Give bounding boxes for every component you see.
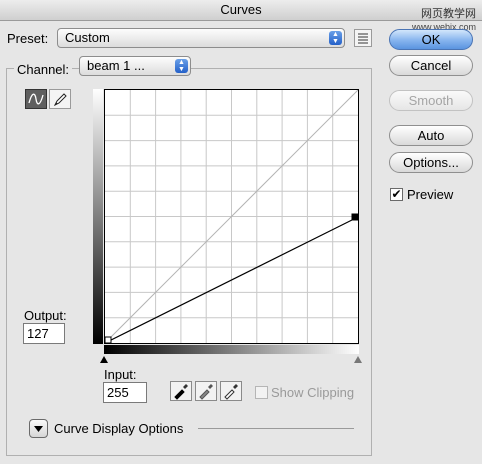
- curve-display-options-divider: [198, 428, 354, 429]
- curve-graph[interactable]: [104, 89, 359, 344]
- output-gradient-bar: [93, 89, 103, 344]
- white-point-slider[interactable]: [354, 356, 362, 363]
- output-field[interactable]: 127: [23, 323, 65, 344]
- input-gradient-bar: [104, 345, 359, 354]
- black-eyedropper-button[interactable]: [170, 381, 192, 401]
- cancel-button[interactable]: Cancel: [389, 55, 473, 76]
- watermark-line-1: 网页教学网: [421, 8, 476, 20]
- pencil-tool-icon: [53, 93, 67, 107]
- curve-display-options-toggle[interactable]: [29, 419, 48, 438]
- preset-value: Custom: [65, 30, 110, 45]
- pencil-tool-button[interactable]: [49, 89, 71, 109]
- white-eyedropper-icon: [224, 384, 238, 400]
- curve-point[interactable]: [351, 213, 359, 221]
- preset-menu-button[interactable]: [354, 29, 372, 47]
- gray-eyedropper-button[interactable]: [195, 381, 217, 401]
- curve-svg[interactable]: [104, 89, 359, 344]
- preset-menu-icon: [358, 33, 368, 44]
- show-clipping-checkbox[interactable]: [255, 386, 268, 399]
- output-label: Output:: [24, 308, 67, 323]
- curve-tool-icon: [28, 93, 44, 105]
- preview-checkbox[interactable]: ✔: [390, 188, 403, 201]
- input-label: Input:: [104, 367, 137, 382]
- select-arrows-icon: ▲ ▼: [329, 31, 342, 45]
- black-eyedropper-icon: [174, 384, 188, 400]
- curve-point[interactable]: [104, 336, 112, 344]
- ok-button[interactable]: OK: [389, 29, 473, 50]
- black-point-slider[interactable]: [100, 356, 108, 363]
- white-eyedropper-button[interactable]: [220, 381, 242, 401]
- input-field[interactable]: 255: [103, 382, 147, 403]
- channel-label: Channel:: [14, 62, 73, 77]
- channel-value: beam 1 ...: [87, 58, 145, 73]
- channel-select[interactable]: beam 1 ... ▲ ▼: [79, 56, 191, 76]
- disclosure-triangle-icon: [34, 426, 43, 432]
- select-arrows-icon: ▲ ▼: [175, 59, 188, 73]
- curve-display-options-label: Curve Display Options: [54, 421, 184, 436]
- gray-eyedropper-icon: [199, 384, 213, 400]
- auto-button[interactable]: Auto: [389, 125, 473, 146]
- options-button[interactable]: Options...: [389, 152, 473, 173]
- smooth-button[interactable]: Smooth: [389, 90, 473, 111]
- curve-tool-button[interactable]: [25, 89, 47, 109]
- show-clipping-label: Show Clipping: [271, 385, 355, 400]
- preset-select[interactable]: Custom ▲ ▼: [57, 28, 345, 48]
- preset-label: Preset:: [7, 31, 49, 46]
- preview-label: Preview: [407, 187, 454, 202]
